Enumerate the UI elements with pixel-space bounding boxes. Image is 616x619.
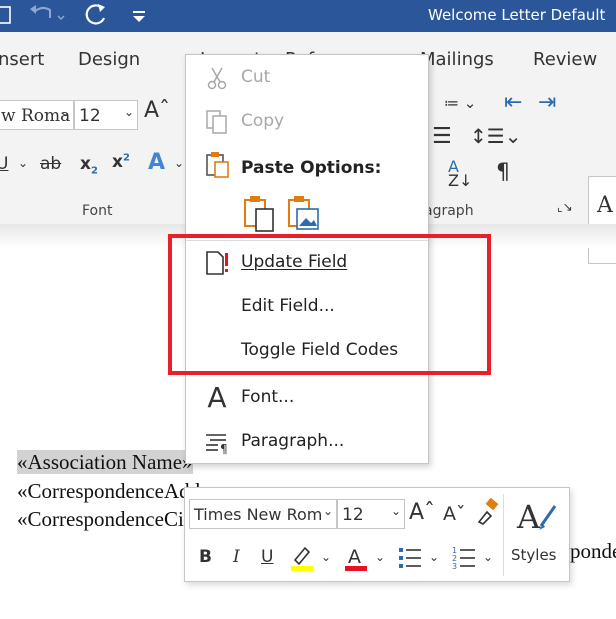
- highlight-box: [168, 234, 491, 375]
- numbering-icon[interactable]: 123: [451, 544, 477, 577]
- grow-font-icon[interactable]: Aˆ: [144, 98, 170, 123]
- font-group-label: Font: [82, 203, 113, 219]
- paste-picture-icon[interactable]: [286, 195, 320, 233]
- menu-item-cut[interactable]: Cut: [186, 58, 428, 98]
- customize-qat-icon[interactable]: [132, 8, 146, 28]
- show-marks-icon[interactable]: ¶: [496, 160, 510, 185]
- chevron-down-icon: ⌄: [123, 105, 134, 119]
- chevron-down-icon: ⌄: [322, 504, 333, 518]
- menu-item-copy-label: Copy: [241, 111, 285, 131]
- highlight-color-icon[interactable]: [289, 544, 315, 577]
- title-bar: Welcome Letter Default: [0, 0, 616, 32]
- increase-indent-icon[interactable]: ⇥: [538, 90, 556, 115]
- mini-font-name-value: Times New Rom: [194, 505, 323, 524]
- chevron-down-icon: ⌄: [390, 504, 401, 518]
- mini-toolbar: Times New Rom ⌄ 12 ⌄ Aˆ Aˇ B I U ⌄ A ⌄ ⌄…: [184, 487, 570, 582]
- paste-keep-source-icon[interactable]: [242, 195, 276, 233]
- svg-text:3: 3: [452, 562, 457, 571]
- bold-icon[interactable]: B: [199, 547, 212, 567]
- tab-insert[interactable]: nsert: [0, 49, 44, 70]
- window-title: Welcome Letter Default: [428, 6, 606, 24]
- copy-icon: [204, 108, 230, 136]
- bullets-icon[interactable]: [397, 544, 423, 577]
- tab-review[interactable]: Review: [533, 49, 597, 70]
- font-color-icon[interactable]: A: [343, 544, 369, 577]
- chevron-down-icon[interactable]: ⌄: [483, 550, 493, 564]
- decrease-indent-icon[interactable]: ⇤: [504, 90, 522, 115]
- multilevel-list-icon[interactable]: ≔ ⌄: [444, 94, 476, 112]
- styles-label: Styles: [511, 546, 557, 564]
- toolbar-separator: [503, 494, 504, 576]
- styles-icon[interactable]: A: [515, 496, 559, 543]
- sort-icon[interactable]: A Z↓: [448, 159, 472, 189]
- chevron-down-icon[interactable]: ⌄: [429, 550, 439, 564]
- menu-item-font-label: Font...: [241, 387, 295, 407]
- superscript-icon[interactable]: x2: [112, 152, 130, 172]
- font-icon: A: [207, 381, 227, 414]
- chevron-down-icon[interactable]: ⌄: [174, 156, 184, 170]
- undo-icon[interactable]: [28, 2, 68, 30]
- paste-options-label: Paste Options:: [241, 158, 382, 178]
- chevron-down-icon[interactable]: ⌄: [321, 550, 331, 564]
- chevron-down-icon[interactable]: ⌄: [18, 156, 28, 170]
- mini-font-name-combo[interactable]: Times New Rom ⌄: [189, 499, 337, 529]
- shrink-font-icon[interactable]: Aˇ: [443, 503, 466, 525]
- save-icon[interactable]: [0, 6, 12, 28]
- subscript-icon[interactable]: x2: [80, 154, 98, 176]
- styles-preview: A: [597, 193, 613, 218]
- paste-icon: [204, 151, 230, 179]
- document-line-tail: ponde: [570, 539, 616, 563]
- font-size-value: 12: [79, 106, 101, 126]
- grow-font-icon[interactable]: Aˆ: [409, 500, 435, 525]
- strikethrough-icon[interactable]: ab: [40, 154, 61, 174]
- italic-icon[interactable]: I: [233, 547, 240, 567]
- svg-text:A: A: [348, 546, 361, 568]
- menu-item-paragraph[interactable]: ¶ Paragraph...: [186, 422, 428, 462]
- scissors-icon: [204, 64, 230, 92]
- underline-icon[interactable]: U: [0, 154, 8, 174]
- document-line-association-name[interactable]: «Association Name»: [17, 450, 193, 475]
- format-painter-icon[interactable]: [475, 497, 501, 531]
- chevron-down-icon[interactable]: ⌄: [375, 550, 385, 564]
- paragraph-icon: ¶: [204, 428, 230, 456]
- mini-font-size-combo[interactable]: 12 ⌄: [337, 499, 405, 529]
- justify-icon[interactable]: ☰: [432, 124, 452, 149]
- field-association-name[interactable]: «Association Name»: [17, 450, 193, 474]
- tab-design[interactable]: Design: [78, 49, 140, 70]
- paragraph-group-label: agraph: [424, 203, 474, 219]
- menu-item-paragraph-label: Paragraph...: [241, 431, 345, 451]
- font-size-combo[interactable]: 12 ⌄: [74, 100, 138, 130]
- text-effects-icon[interactable]: A: [148, 150, 165, 175]
- word-window: Welcome Letter Default nsert Design Layo…: [0, 0, 616, 619]
- menu-item-cut-label: Cut: [241, 67, 271, 87]
- chevron-down-icon: ⌄: [59, 105, 70, 119]
- line-spacing-icon[interactable]: ↕☰⌄: [470, 124, 521, 148]
- underline-icon[interactable]: U: [261, 547, 273, 567]
- tab-mailings[interactable]: Mailings: [420, 49, 494, 70]
- font-name-combo[interactable]: w Roma ⌄: [0, 100, 74, 130]
- dialog-launcher-icon[interactable]: ⌞↘: [557, 200, 573, 214]
- styles-gallery[interactable]: A ¶ l: [588, 176, 616, 264]
- svg-text:¶: ¶: [220, 442, 228, 456]
- menu-item-font[interactable]: A Font...: [186, 378, 428, 418]
- svg-text:A: A: [516, 498, 541, 536]
- redo-icon[interactable]: [82, 2, 110, 34]
- mini-font-size-value: 12: [342, 505, 364, 525]
- menu-item-copy[interactable]: Copy: [186, 102, 428, 142]
